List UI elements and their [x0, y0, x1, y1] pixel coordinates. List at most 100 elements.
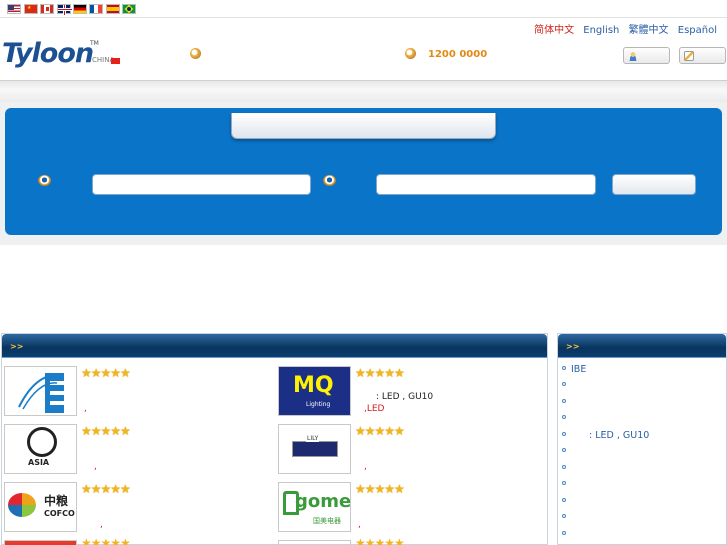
lang-spanish-link[interactable]: Español [678, 25, 717, 36]
canada-flag-icon[interactable] [40, 4, 54, 14]
lily-logo-box [292, 441, 338, 457]
rating-stars-partial: ★★★★★ [81, 538, 130, 545]
site-header: 简体中文 English 繁體中文 Español Tyloon TM CHIN… [0, 18, 727, 80]
bullet-icon [562, 399, 566, 403]
asia-logo[interactable]: ASIA [4, 424, 77, 474]
lang-traditional-chinese-link[interactable]: 繁體中文 [629, 25, 669, 36]
panel-header: >> [2, 334, 547, 358]
nav-band [0, 81, 727, 102]
company-item-thumb-partial[interactable] [4, 540, 77, 545]
news-panel: >> IBE : LED , GU10 [557, 333, 727, 545]
keyword-bullet-icon [38, 175, 51, 186]
rating-stars: ★★★★★ [355, 482, 405, 496]
tyloon-logo[interactable]: Tyloon [2, 38, 94, 69]
uk-flag-icon[interactable] [57, 4, 72, 15]
cofco-emblem-icon [8, 493, 36, 517]
france-flag-icon[interactable] [89, 4, 103, 14]
bullet-icon [562, 382, 566, 386]
china-flag-icon[interactable]: ★ [24, 4, 38, 14]
bullet-icon [562, 448, 566, 452]
keyword-search-input[interactable] [92, 174, 311, 195]
more-link[interactable]: >> [566, 342, 579, 351]
mq-lighting-logo[interactable]: MQ Lighting [278, 366, 351, 416]
news-item[interactable]: : LED , GU10 [562, 430, 649, 441]
search-tab[interactable] [231, 113, 496, 139]
login-button[interactable] [623, 47, 670, 64]
lily-logo-text: LILY [306, 435, 320, 442]
us-flag-icon[interactable] [7, 4, 21, 14]
company-tagline: , [84, 404, 87, 414]
company-tagline: ,LED [364, 404, 385, 414]
cofco-text: COFCO [44, 509, 75, 518]
search-button[interactable] [612, 174, 696, 195]
company-item[interactable]: ASIA ★★★★★ , [4, 424, 274, 476]
asia-logo-text: ASIA [28, 458, 50, 467]
register-button[interactable] [679, 47, 726, 64]
gome-logo[interactable]: gome 国美电器 [278, 482, 351, 532]
more-link[interactable]: >> [10, 342, 23, 351]
news-item-text[interactable]: : LED , GU10 [571, 430, 649, 441]
rating-stars: ★★★★★ [355, 366, 405, 380]
gome-cn-text: 国美电器 [313, 517, 341, 525]
company-tagline: , [364, 462, 367, 472]
lily-logo[interactable]: LILY [278, 424, 351, 474]
bullet-icon [562, 465, 566, 469]
news-item[interactable] [562, 380, 571, 391]
edit-icon [684, 51, 694, 61]
rating-stars: ★★★★★ [81, 482, 131, 496]
mq-logo-text: MQ [293, 373, 334, 398]
company-item[interactable]: LILY ★★★★★ , [278, 424, 548, 476]
gome-text: gome [295, 491, 351, 512]
company-tagline: , [94, 462, 97, 472]
news-item[interactable] [562, 397, 571, 408]
bullet-icon [562, 366, 566, 370]
news-item-text[interactable]: IBE [571, 364, 586, 375]
news-item[interactable] [562, 413, 571, 424]
news-item[interactable]: IBE [562, 364, 586, 375]
brazil-flag-icon[interactable] [122, 4, 136, 14]
company-item[interactable]: gome 国美电器 ★★★★★ , [278, 482, 548, 534]
germany-flag-icon[interactable] [73, 4, 87, 14]
lang-english-link[interactable]: English [583, 25, 619, 36]
china-mini-flag-icon [111, 58, 120, 64]
language-links: 简体中文 English 繁體中文 Español [528, 21, 717, 36]
bullet-icon [562, 531, 566, 535]
language-flag-bar: ★ [0, 0, 727, 18]
bullet-icon [562, 432, 566, 436]
company-item[interactable]: 中粮 COFCO ★★★★★ , [4, 482, 274, 534]
spain-flag-icon[interactable] [106, 4, 120, 14]
news-item[interactable] [562, 479, 571, 490]
user-icon [628, 51, 638, 61]
company-item[interactable]: MQ Lighting ★★★★★ : LED , GU10 ,LED [278, 366, 548, 418]
rating-stars-partial: ★★★★★ [355, 538, 404, 545]
rating-stars: ★★★★★ [81, 366, 131, 380]
bullet-icon [190, 48, 201, 59]
search-panel [5, 108, 722, 235]
hotline-number: 1200 0000 [428, 49, 488, 60]
search-area [0, 102, 727, 245]
news-item[interactable] [562, 496, 571, 507]
rating-stars: ★★★★★ [81, 424, 131, 438]
news-item[interactable] [562, 463, 571, 474]
lang-simplified-chinese-link[interactable]: 简体中文 [534, 25, 574, 36]
location-bullet-icon [323, 175, 336, 186]
bullet-icon [562, 498, 566, 502]
news-item[interactable] [562, 446, 571, 457]
company-tagline: , [358, 520, 361, 530]
news-item[interactable] [562, 529, 571, 540]
company-item-thumb-partial[interactable] [278, 540, 351, 545]
secondary-search-input[interactable] [376, 174, 596, 195]
news-item[interactable] [562, 512, 571, 523]
bullet-icon [562, 481, 566, 485]
e-logo[interactable] [4, 366, 77, 416]
mq-logo-sub: Lighting [306, 401, 331, 408]
company-products: : LED , GU10 [376, 392, 434, 402]
phone-bullet-icon [405, 48, 416, 59]
company-tagline: , [100, 520, 103, 530]
cofco-logo[interactable]: 中粮 COFCO [4, 482, 77, 532]
rating-stars: ★★★★★ [355, 424, 405, 438]
company-item[interactable]: ★★★★★ , [4, 366, 274, 418]
bullet-icon [562, 514, 566, 518]
bullet-icon [562, 415, 566, 419]
cofco-cn-text: 中粮 [44, 494, 69, 508]
